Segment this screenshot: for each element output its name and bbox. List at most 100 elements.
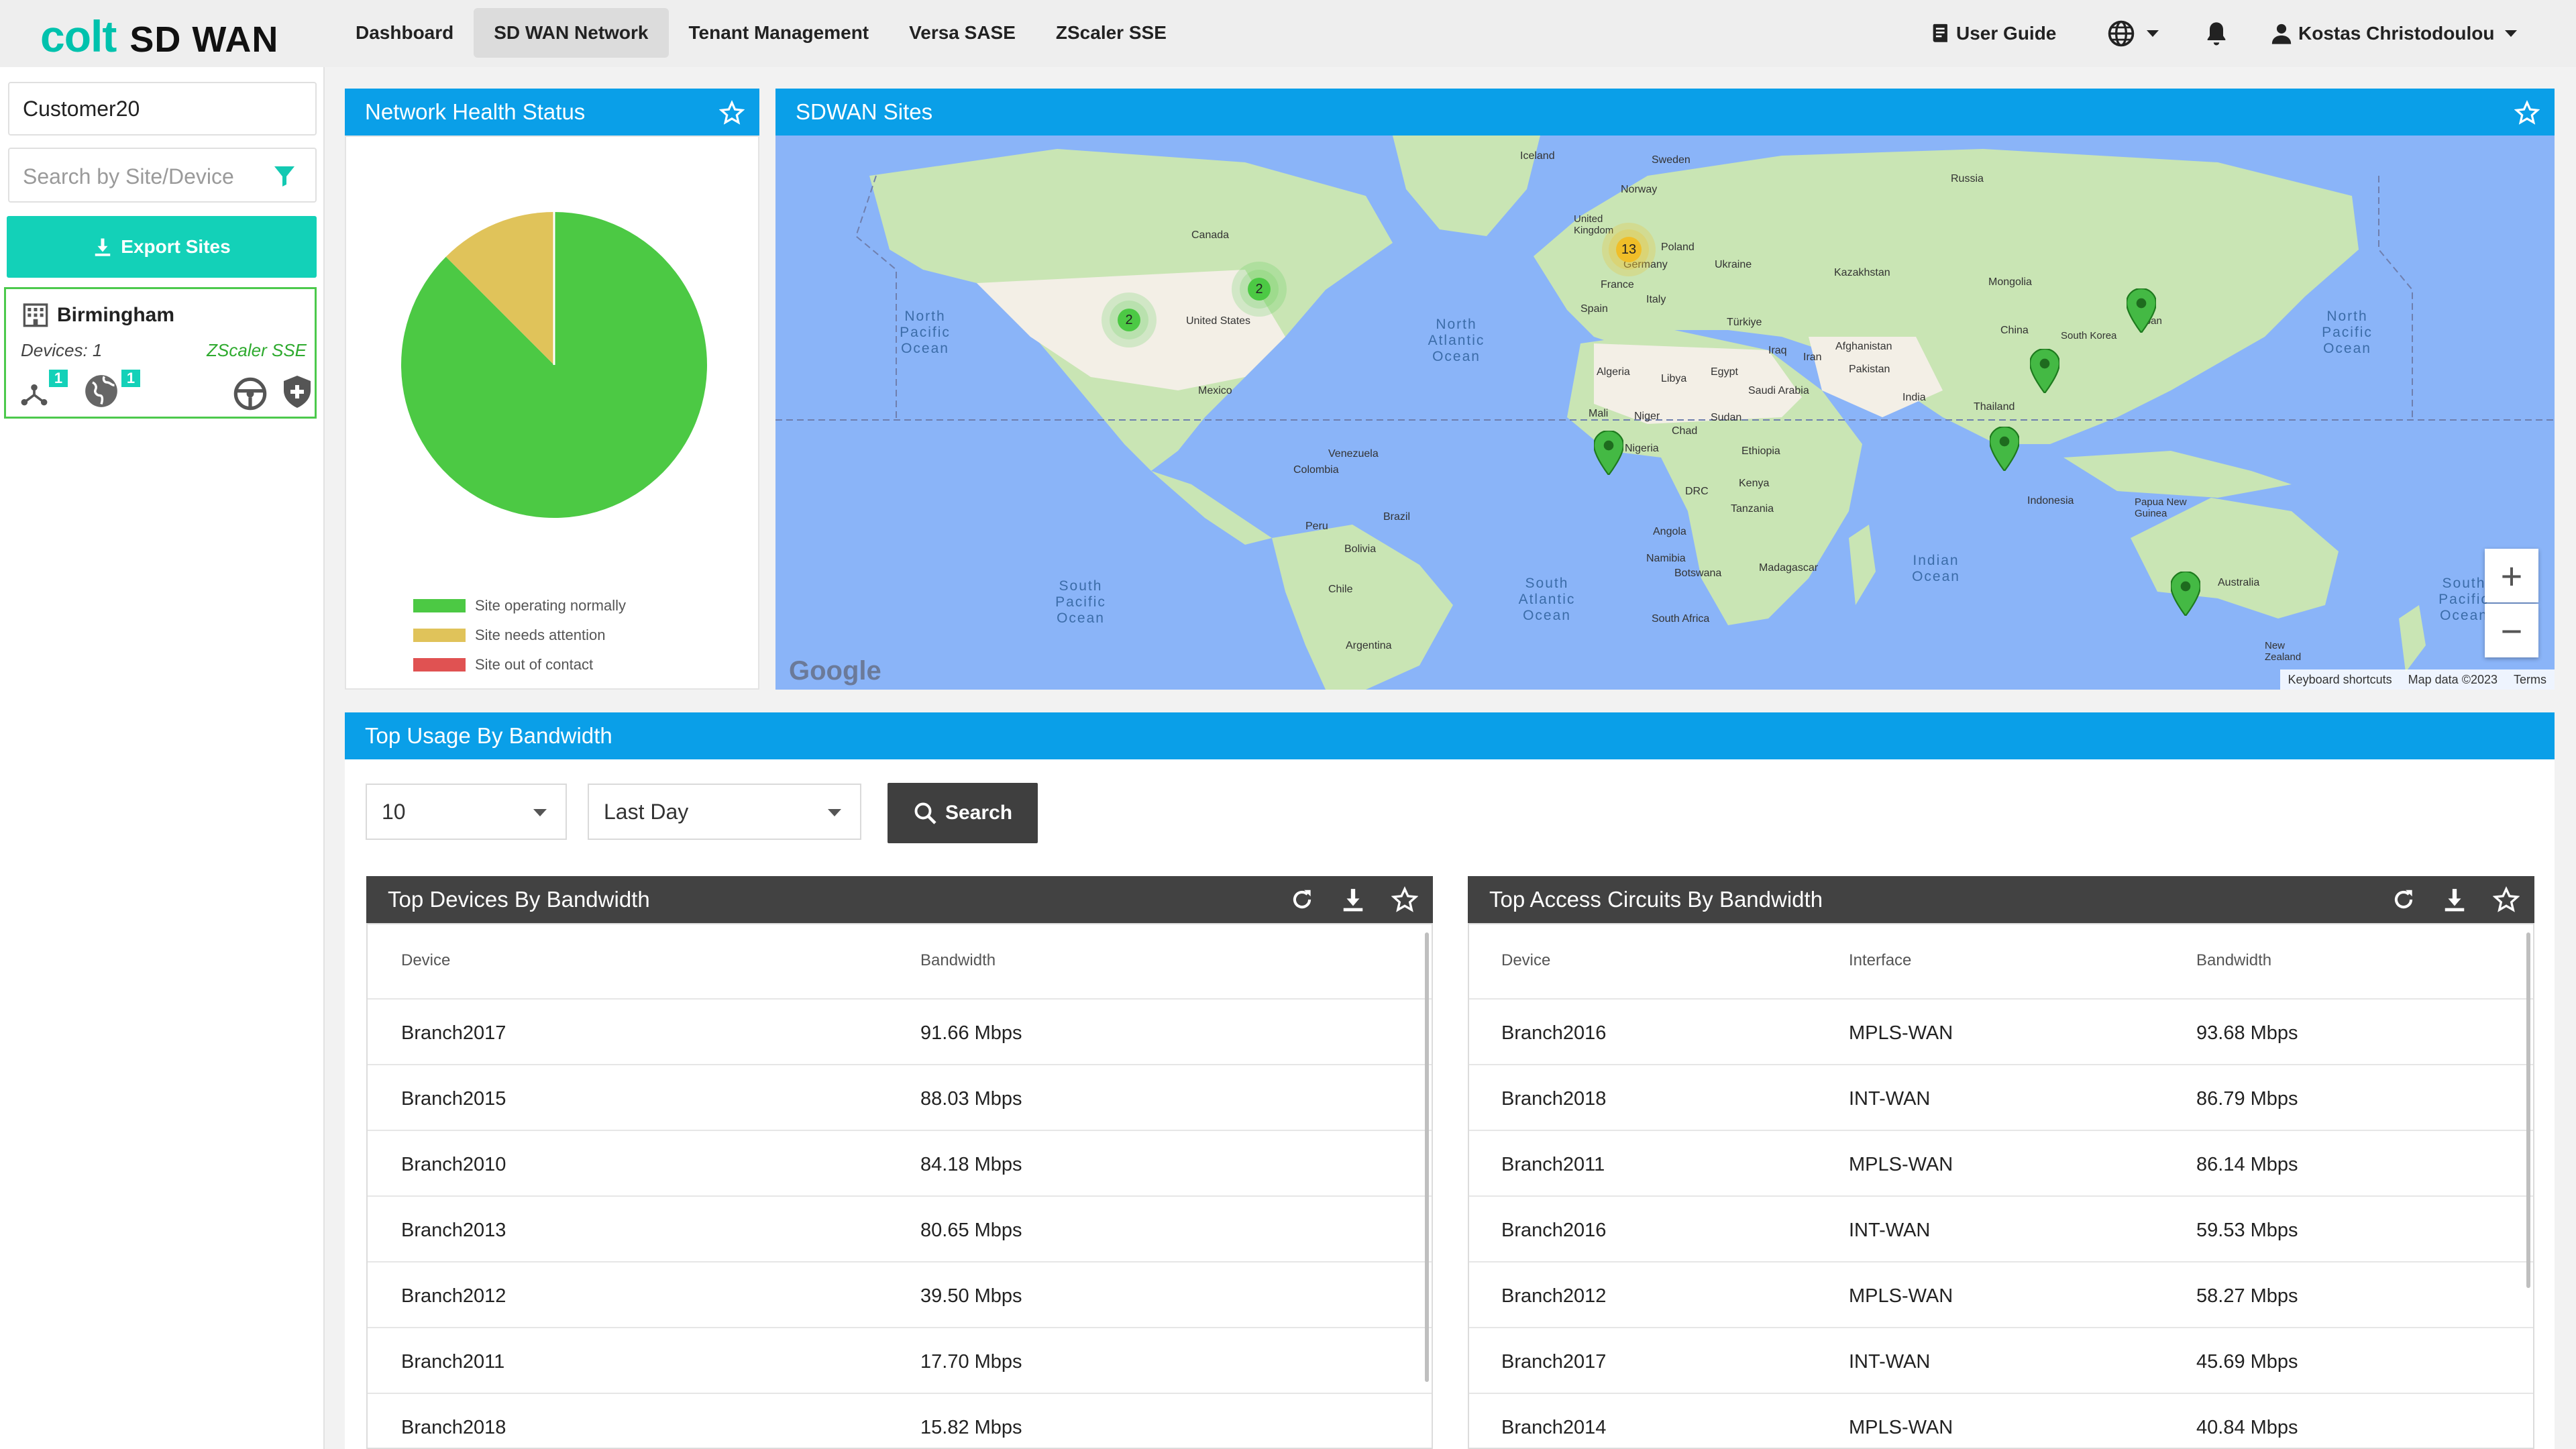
customer-select[interactable]: Customer20	[8, 82, 317, 136]
table-row[interactable]: Branch2015 88.03 Mbps	[368, 1065, 1432, 1131]
download-icon[interactable]	[2442, 887, 2467, 912]
country-label: Kazakhstan	[1834, 267, 1890, 278]
cluster-marker-west-us[interactable]: 2	[1110, 301, 1148, 339]
nav-tenant-management[interactable]: Tenant Management	[669, 8, 890, 58]
bandwidth-cell: 15.82 Mbps	[920, 1417, 1022, 1438]
top-count-select[interactable]: 10	[366, 784, 567, 840]
search-button[interactable]: Search	[888, 783, 1038, 843]
nav-zscaler-sse[interactable]: ZScaler SSE	[1036, 8, 1187, 58]
table-row[interactable]: Branch2016 MPLS-WAN 93.68 Mbps	[1469, 1000, 2533, 1065]
language-menu[interactable]	[2106, 0, 2160, 67]
star-icon[interactable]	[1391, 886, 1418, 913]
column-header-interface[interactable]: Interface	[1849, 951, 1911, 970]
shield-icon	[284, 376, 311, 408]
bandwidth-cell: 40.84 Mbps	[2196, 1417, 2298, 1438]
star-icon[interactable]	[2493, 886, 2520, 913]
nav-versa-sase[interactable]: Versa SASE	[889, 8, 1036, 58]
country-label: Poland	[1661, 241, 1695, 253]
star-icon[interactable]	[2514, 100, 2540, 125]
terms-link[interactable]: Terms	[2514, 673, 2546, 687]
site-search-input[interactable]: Search by Site/Device	[8, 148, 317, 203]
device-cell: Branch2012	[401, 1285, 506, 1307]
table-row[interactable]: Branch2010 84.18 Mbps	[368, 1131, 1432, 1197]
network-health-header: Network Health Status	[345, 89, 759, 136]
nav-dashboard[interactable]: Dashboard	[335, 8, 474, 58]
map-pin-icon[interactable]	[2030, 349, 2059, 393]
sites-map[interactable]: North Pacific Ocean North Atlantic Ocean…	[775, 136, 2555, 690]
bandwidth-cell: 80.65 Mbps	[920, 1220, 1022, 1241]
country-label: Brazil	[1383, 511, 1411, 523]
bandwidth-cell: 84.18 Mbps	[920, 1154, 1022, 1175]
table-row[interactable]: Branch2011 17.70 Mbps	[368, 1328, 1432, 1394]
refresh-icon[interactable]	[2391, 887, 2416, 912]
column-header-device[interactable]: Device	[401, 951, 450, 970]
nav-sd-wan-network[interactable]: SD WAN Network	[474, 8, 669, 58]
table-row[interactable]: Branch2017 INT-WAN 45.69 Mbps	[1469, 1328, 2533, 1394]
country-label: Spain	[1580, 303, 1608, 315]
country-label: Colombia	[1293, 464, 1339, 476]
table-row[interactable]: Branch2013 80.65 Mbps	[368, 1197, 1432, 1263]
zoom-in-button[interactable]: +	[2485, 549, 2538, 602]
site-card-birmingham[interactable]: Birmingham Devices: 1 ZScaler SSE 1 1	[4, 287, 317, 419]
logo-product-text: SD WAN	[129, 19, 279, 60]
filter-icon[interactable]	[272, 164, 297, 189]
period-select[interactable]: Last Day	[588, 784, 861, 840]
country-label: Indonesia	[2027, 495, 2074, 506]
table-row[interactable]: Branch2014 MPLS-WAN 40.84 Mbps	[1469, 1394, 2533, 1448]
table-row[interactable]: Branch2018 INT-WAN 86.79 Mbps	[1469, 1065, 2533, 1131]
scrollbar[interactable]	[2526, 932, 2530, 1288]
site-name: Birmingham	[57, 304, 175, 326]
top-devices-table: Device Bandwidth Branch2017 91.66 Mbps Br…	[366, 923, 1433, 1449]
export-sites-button[interactable]: Export Sites	[7, 216, 317, 278]
keyboard-shortcuts-link[interactable]: Keyboard shortcuts	[2288, 673, 2392, 687]
scrollbar[interactable]	[1425, 932, 1429, 1382]
country-label: Nigeria	[1625, 443, 1659, 454]
cluster-marker-europe[interactable]: 13	[1609, 229, 1649, 270]
country-label: Libya	[1661, 373, 1687, 384]
user-menu[interactable]: Kostas Christodoulou	[2270, 0, 2518, 67]
star-icon[interactable]	[719, 100, 745, 125]
map-pin-icon[interactable]	[2171, 572, 2200, 616]
table-row[interactable]: Branch2011 MPLS-WAN 86.14 Mbps	[1469, 1131, 2533, 1197]
topology-icon	[21, 384, 48, 406]
interface-cell: MPLS-WAN	[1849, 1022, 1953, 1044]
bandwidth-cell: 45.69 Mbps	[2196, 1351, 2298, 1373]
refresh-icon[interactable]	[1289, 887, 1315, 912]
bandwidth-cell: 86.79 Mbps	[2196, 1088, 2298, 1110]
map-pin-icon[interactable]	[2127, 288, 2156, 333]
sdwan-sites-header: SDWAN Sites	[775, 89, 2555, 136]
country-label: China	[2000, 325, 2029, 336]
column-header-bandwidth[interactable]: Bandwidth	[920, 951, 996, 970]
country-label: Ukraine	[1715, 259, 1752, 270]
legend-out-of-contact: Site out of contact	[413, 656, 593, 674]
user-guide-link[interactable]: User Guide	[1929, 0, 2056, 67]
country-label: United States	[1186, 315, 1251, 327]
cluster-marker-east-us[interactable]: 2	[1240, 270, 1279, 309]
network-health-title: Network Health Status	[365, 99, 586, 124]
legend-label-attention: Site needs attention	[475, 627, 606, 643]
table-row[interactable]: Branch2017 91.66 Mbps	[368, 1000, 1432, 1065]
zoom-out-button[interactable]: −	[2485, 604, 2538, 657]
table-row[interactable]: Branch2012 MPLS-WAN 58.27 Mbps	[1469, 1263, 2533, 1328]
country-label: Argentina	[1346, 640, 1392, 651]
cluster-count: 2	[1248, 278, 1271, 301]
column-header-device[interactable]: Device	[1501, 951, 1550, 970]
legend-swatch-attention	[413, 629, 466, 642]
table-row[interactable]: Branch2016 INT-WAN 59.53 Mbps	[1469, 1197, 2533, 1263]
table-row[interactable]: Branch2018 15.82 Mbps	[368, 1394, 1432, 1448]
world-map	[775, 136, 2555, 690]
country-label: Italy	[1646, 294, 1666, 305]
download-icon[interactable]	[1340, 887, 1366, 912]
colt-logo[interactable]: colt SD WAN	[40, 11, 279, 61]
device-cell: Branch2015	[401, 1088, 506, 1110]
search-icon	[914, 802, 936, 824]
map-pin-icon[interactable]	[1594, 431, 1623, 475]
table-header: Device Interface Bandwidth	[1469, 924, 2533, 1000]
country-label: Türkiye	[1727, 317, 1762, 328]
map-pin-icon[interactable]	[1990, 427, 2019, 471]
notifications-button[interactable]	[2203, 0, 2230, 67]
column-header-bandwidth[interactable]: Bandwidth	[2196, 951, 2271, 970]
interface-cell: INT-WAN	[1849, 1088, 1931, 1110]
table-row[interactable]: Branch2012 39.50 Mbps	[368, 1263, 1432, 1328]
country-label: Norway	[1621, 184, 1658, 195]
